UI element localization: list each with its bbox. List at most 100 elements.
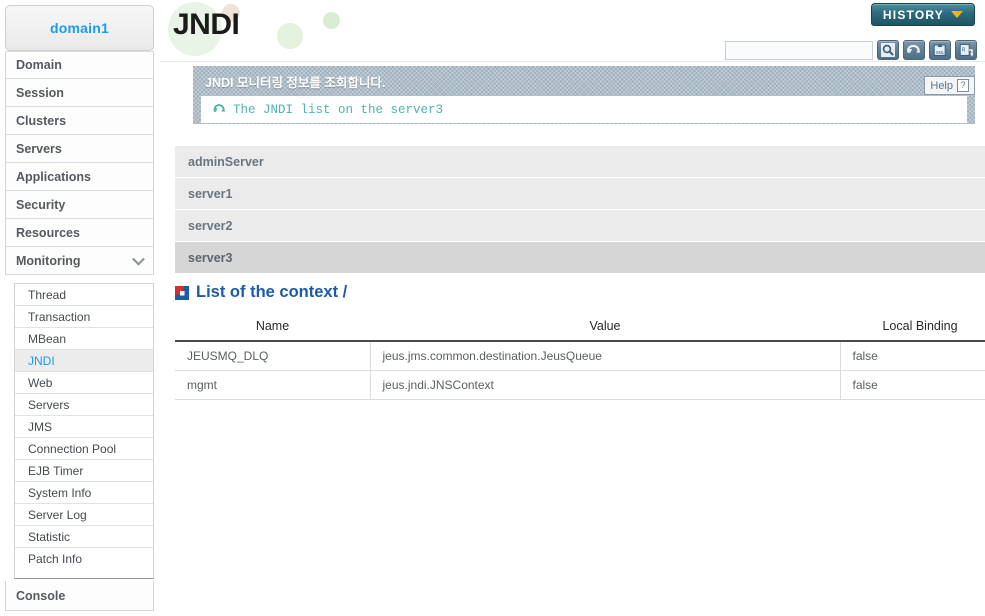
chevron-down-icon — [951, 11, 963, 18]
cell-local-binding: false — [840, 370, 985, 400]
report-export-icon: R — [959, 43, 973, 57]
server-row-server2[interactable]: server2 — [175, 210, 985, 242]
sidebar-item-label: Servers — [28, 397, 70, 412]
table-row[interactable]: JEUSMQ_DLQ jeus.jms.common.destination.J… — [175, 341, 985, 371]
help-button[interactable]: Help ? — [924, 76, 975, 95]
history-button-label: HISTORY — [882, 7, 944, 22]
sidebar-item-label: JMS — [28, 419, 52, 434]
server-row-label: server3 — [188, 250, 233, 265]
square-marker-icon — [175, 285, 189, 300]
column-header-name: Name — [175, 311, 370, 342]
cell-value: jeus.jndi.JNSContext — [370, 370, 841, 400]
server-row-server1[interactable]: server1 — [175, 178, 985, 210]
domain-header[interactable]: domain1 — [5, 5, 154, 51]
submenu-divider — [14, 569, 154, 579]
sidebar-item-applications[interactable]: Applications — [6, 163, 153, 191]
page-title: JNDI — [173, 8, 240, 41]
sidebar-item-label: Statistic — [28, 529, 71, 544]
sidebar-item-label: MBean — [28, 331, 67, 346]
sidebar-item-servers[interactable]: Servers — [6, 135, 153, 163]
refresh-icon — [213, 104, 226, 113]
search-button[interactable] — [877, 40, 899, 60]
monitoring-submenu: Thread Transaction MBean JNDI Web Server… — [14, 283, 154, 570]
sidebar-item-monitoring[interactable]: Monitoring — [6, 247, 153, 275]
sidebar-item-label: Transaction — [28, 309, 91, 324]
sidebar-item-label: Session — [16, 85, 64, 100]
xml-export-icon: XML — [933, 43, 946, 56]
cell-name: JEUSMQ_DLQ — [175, 341, 371, 371]
svg-text:R: R — [962, 48, 966, 54]
server-tab-list: adminServer server1 server2 server3 — [175, 146, 985, 274]
page-header: JNDI HISTORY XML R — [160, 0, 985, 62]
table-header-row: Name Value Local Binding — [175, 311, 985, 342]
sidebar-item-statistic[interactable]: Statistic — [15, 526, 153, 548]
svg-text:XML: XML — [936, 50, 945, 55]
sidebar-item-console[interactable]: Console — [5, 581, 154, 611]
sidebar-item-label: Thread — [28, 287, 67, 302]
search-icon — [881, 43, 895, 57]
sidebar-item-security[interactable]: Security — [6, 191, 153, 219]
sidebar-item-servers-monitoring[interactable]: Servers — [15, 394, 153, 416]
refresh-button[interactable] — [903, 40, 925, 60]
sidebar-item-label: Clusters — [16, 113, 67, 128]
sidebar-item-label: Web — [28, 375, 53, 390]
table-row[interactable]: mgmt jeus.jndi.JNSContext false — [175, 370, 985, 400]
history-button[interactable]: HISTORY — [870, 3, 975, 26]
sidebar-item-thread[interactable]: Thread — [15, 284, 153, 306]
chevron-down-icon — [132, 252, 145, 266]
report-export-button[interactable]: R — [955, 40, 977, 60]
cell-value: jeus.jms.common.destination.JeusQueue — [370, 341, 841, 371]
primary-nav: Domain Session Clusters Servers Applicat… — [5, 51, 154, 275]
table-header: Name Value Local Binding — [175, 311, 985, 342]
sidebar-item-web[interactable]: Web — [15, 372, 153, 394]
sidebar-item-session[interactable]: Session — [6, 79, 153, 107]
sidebar-item-jndi[interactable]: JNDI — [15, 350, 153, 372]
sidebar-item-patch-info[interactable]: Patch Info — [15, 548, 153, 570]
server-row-adminserver[interactable]: adminServer — [175, 146, 985, 178]
sidebar-item-label: JNDI — [28, 353, 55, 368]
sidebar-item-connection-pool[interactable]: Connection Pool — [15, 438, 153, 460]
context-table: Name Value Local Binding JEUSMQ_DLQ jeus… — [175, 311, 985, 400]
sidebar-item-domain[interactable]: Domain — [6, 51, 153, 79]
sidebar-item-label: Connection Pool — [28, 441, 117, 456]
domain-label: domain1 — [50, 20, 109, 36]
section-title: List of the context / — [196, 283, 348, 301]
sidebar-item-label: Security — [16, 197, 66, 212]
status-message: The JNDI list on the server3 — [201, 96, 967, 123]
sidebar-item-label: Servers — [16, 141, 62, 156]
sidebar-item-label: Monitoring — [16, 253, 81, 268]
status-message-text: The JNDI list on the server3 — [233, 102, 444, 117]
xml-export-button[interactable]: XML — [929, 40, 951, 60]
decorative-circle-icon — [277, 23, 303, 49]
column-header-local-binding: Local Binding — [840, 311, 985, 342]
sidebar-item-label: Console — [16, 588, 66, 603]
server-row-label: server1 — [188, 186, 233, 201]
section-header: List of the context / — [175, 283, 347, 302]
sidebar-item-jms[interactable]: JMS — [15, 416, 153, 438]
cell-name: mgmt — [175, 370, 371, 400]
sidebar-item-server-log[interactable]: Server Log — [15, 504, 153, 526]
table-body: JEUSMQ_DLQ jeus.jms.common.destination.J… — [175, 341, 985, 400]
sidebar-item-mbean[interactable]: MBean — [15, 328, 153, 350]
sidebar-item-resources[interactable]: Resources — [6, 219, 153, 247]
header-toolbar: XML R — [725, 40, 977, 60]
sidebar-item-label: Resources — [16, 225, 80, 240]
sidebar-item-label: EJB Timer — [28, 463, 84, 478]
question-icon: ? — [957, 79, 969, 92]
sidebar-item-clusters[interactable]: Clusters — [6, 107, 153, 135]
main-content: JNDI HISTORY XML R JNDI 모니터링 정보를 조회합니다. … — [160, 0, 985, 616]
sidebar-item-system-info[interactable]: System Info — [15, 482, 153, 504]
sidebar-item-transaction[interactable]: Transaction — [15, 306, 153, 328]
server-row-label: adminServer — [188, 154, 264, 169]
sidebar-item-ejb-timer[interactable]: EJB Timer — [15, 460, 153, 482]
column-header-value: Value — [370, 311, 840, 342]
application-window: domain1 Domain Session Clusters Servers … — [0, 0, 985, 616]
sidebar-item-label: Applications — [16, 169, 92, 184]
refresh-icon — [906, 44, 920, 54]
server-row-label: server2 — [188, 218, 233, 233]
cell-local-binding: false — [840, 341, 985, 371]
sidebar-item-label: Server Log — [28, 507, 87, 522]
server-row-server3[interactable]: server3 — [175, 242, 985, 274]
search-input[interactable] — [725, 40, 873, 60]
sidebar-item-label: System Info — [28, 485, 92, 500]
